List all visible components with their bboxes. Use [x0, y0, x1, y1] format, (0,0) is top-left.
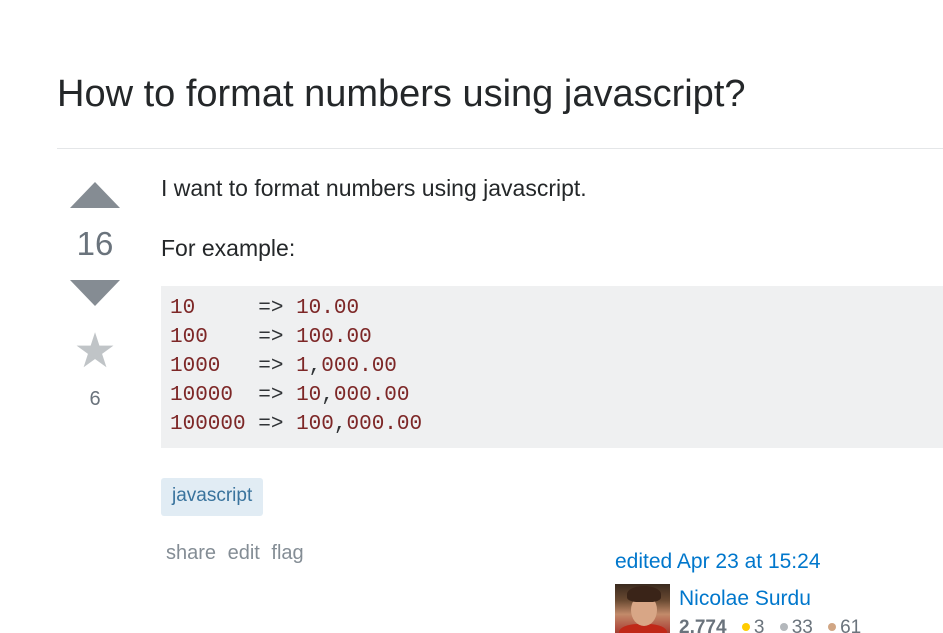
share-link[interactable]: share [166, 542, 216, 564]
edit-link[interactable]: edit [228, 542, 260, 564]
gold-badge-count: 3 [753, 617, 765, 633]
upvote-arrow-icon[interactable] [70, 182, 120, 208]
post-body: I want to format numbers using javascrip… [161, 170, 943, 448]
code-line: 10000 => 10,000.00 [170, 384, 410, 407]
question-title[interactable]: How to format numbers using javascript? [57, 68, 746, 120]
code-line: 100 => 100.00 [170, 326, 372, 349]
title-divider [57, 148, 943, 149]
favorite-star-icon[interactable]: ★ [62, 328, 128, 376]
reputation-score: 2,774 [679, 617, 727, 633]
edited-timestamp-link[interactable]: edited Apr 23 at 15:24 [615, 550, 821, 574]
downvote-arrow-icon[interactable] [70, 280, 120, 306]
code-block: 10 => 10.00 100 => 100.00 1000 => 1,000.00… [161, 286, 943, 448]
tag-list: javascript [161, 478, 264, 516]
code-line: 1000 => 1,000.00 [170, 355, 397, 378]
vote-cell: 16 ★ 6 [62, 176, 128, 411]
flag-link[interactable]: flag [271, 542, 303, 564]
code-line: 10 => 10.00 [170, 297, 360, 320]
reputation-line: 2,774 3 33 61 [679, 617, 861, 633]
tag-javascript[interactable]: javascript [161, 478, 264, 516]
bronze-badge-count: 61 [840, 617, 862, 633]
gold-badge-icon [741, 622, 750, 631]
post-paragraph: For example: [161, 235, 296, 261]
post-paragraph: I want to format numbers using javascrip… [161, 175, 587, 201]
editor-user-card: Nicolae Surdu 2,774 3 33 61 [615, 584, 943, 633]
question-page: How to format numbers using javascript? … [0, 0, 943, 633]
avatar[interactable] [615, 584, 670, 633]
silver-badge-icon [779, 622, 788, 631]
code-line: 100000 => 100,000.00 [170, 413, 423, 436]
bronze-badge-icon [828, 622, 837, 631]
vote-count: 16 [76, 225, 114, 262]
favorite-count: 6 [89, 388, 101, 410]
silver-badge-count: 33 [791, 617, 813, 633]
post-menu: share edit flag [166, 542, 310, 565]
editor-name-link[interactable]: Nicolae Surdu [679, 587, 811, 611]
